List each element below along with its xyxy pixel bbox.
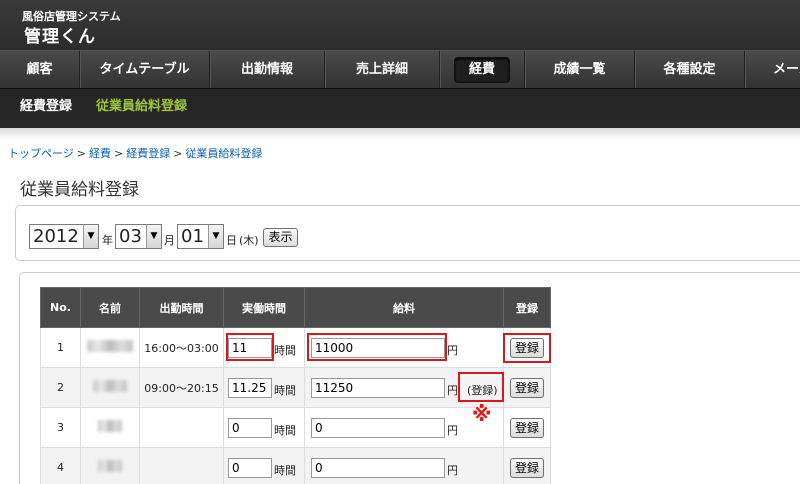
col-register: 登録 [503,287,551,328]
chevron-down-icon: ▼ [146,225,161,248]
row-register: 登録 [503,367,551,408]
month-unit: 月 [164,234,175,247]
app-title[interactable]: 管理くん [24,22,96,47]
nav-item-sales[interactable]: 売上詳細 [325,51,440,89]
show-button[interactable]: 表示 [263,228,298,247]
app-header: 風俗店管理システム 管理くん [0,0,800,50]
row-shift [139,447,224,484]
row-shift [139,407,224,448]
row-hours: 0 時間 [223,407,305,448]
day-select[interactable]: 01 ▼ [177,224,224,249]
row-no: 3 [40,407,81,448]
col-no: No. [40,287,81,328]
hours-unit: 時間 [274,424,296,437]
salary-unit: 円 [447,384,458,397]
breadcrumb-salary-register[interactable]: 従業員給料登録 [185,147,262,160]
highlight-register-button [503,333,551,363]
nav-item-expenses[interactable]: 経費 [440,51,525,89]
year-select[interactable]: 2012 ▼ [29,224,99,249]
row-register: 登録 [503,407,551,448]
col-hours: 実働時間 [223,287,305,328]
table-row: 1 16:00〜03:00 11 時間 11000 円 登録 [40,327,551,368]
highlight-salary-input [307,333,447,361]
breadcrumb-top[interactable]: トップページ [8,147,74,160]
nav-item-timetable[interactable]: タイムテーブル [80,51,210,89]
annotation-mark: ※ [472,402,492,426]
sub-nav: 経費登録 従業員給料登録 [0,88,800,128]
col-name: 名前 [80,287,140,328]
salary-input[interactable]: 11250 [311,378,445,398]
salary-input[interactable]: 0 [311,458,445,478]
date-panel: 2012 ▼ 年 03 ▼ 月 01 ▼ 日 (木) 表示 [15,205,800,261]
page-title: 従業員給料登録 [20,180,139,200]
month-select[interactable]: 03 ▼ [115,224,162,249]
hours-input[interactable]: 0 [228,458,272,478]
breadcrumb-expense-register[interactable]: 経費登録 [126,147,170,160]
breadcrumb-expenses[interactable]: 経費 [89,147,111,160]
row-hours: 11.25 時間 [223,367,305,408]
nav-shadow [0,128,800,140]
row-no: 2 [40,367,81,408]
weekday-label: (木) [239,234,259,247]
hours-input[interactable]: 11.25 [228,378,272,398]
col-salary: 給料 [304,287,504,328]
row-name [80,447,140,484]
main-nav: 顧客 タイムテーブル 出勤情報 売上詳細 経費 成績一覧 各種設定 メール [0,50,800,89]
redacted-name [98,420,122,432]
salary-unit: 円 [447,464,458,477]
register-button[interactable]: 登録 [510,418,544,438]
row-hours: 0 時間 [223,447,305,484]
row-no: 4 [40,447,81,484]
hours-unit: 時間 [274,464,296,477]
redacted-name [87,340,133,352]
table-row: 4 0 時間 0 円 登録 [40,447,551,484]
register-button[interactable]: 登録 [510,378,544,398]
row-name [80,327,140,368]
row-no: 1 [40,327,81,368]
subnav-item-expense-register[interactable]: 経費登録 [20,89,72,127]
chevron-down-icon: ▼ [208,225,223,248]
register-button[interactable]: 登録 [510,458,544,478]
nav-item-settings[interactable]: 各種設定 [635,51,745,89]
day-unit: 日 [226,234,237,247]
nav-item-mail[interactable]: メール [745,51,800,89]
row-salary: 0 円 [304,447,504,484]
redacted-name [93,380,127,392]
year-unit: 年 [102,234,113,247]
nav-item-results[interactable]: 成績一覧 [525,51,635,89]
breadcrumb: トップページ > 経費 > 経費登録 > 従業員給料登録 [8,147,263,160]
salary-input[interactable]: 0 [311,418,445,438]
salary-unit: 円 [447,344,458,357]
col-shift: 出勤時間 [139,287,224,328]
highlight-hours-input [226,333,274,361]
nav-item-attendance[interactable]: 出勤情報 [210,51,325,89]
row-name [80,407,140,448]
subnav-item-salary-register[interactable]: 従業員給料登録 [96,89,187,127]
salary-unit: 円 [447,424,458,437]
hours-unit: 時間 [274,344,296,357]
highlight-registered-status [458,372,504,402]
row-name [80,367,140,408]
hours-input[interactable]: 0 [228,418,272,438]
redacted-name [98,460,122,472]
hours-unit: 時間 [274,384,296,397]
row-shift: 09:00〜20:15 [139,367,224,408]
chevron-down-icon: ▼ [83,225,98,248]
row-register: 登録 [503,447,551,484]
row-shift: 16:00〜03:00 [139,327,224,368]
nav-item-customers[interactable]: 顧客 [0,51,80,89]
